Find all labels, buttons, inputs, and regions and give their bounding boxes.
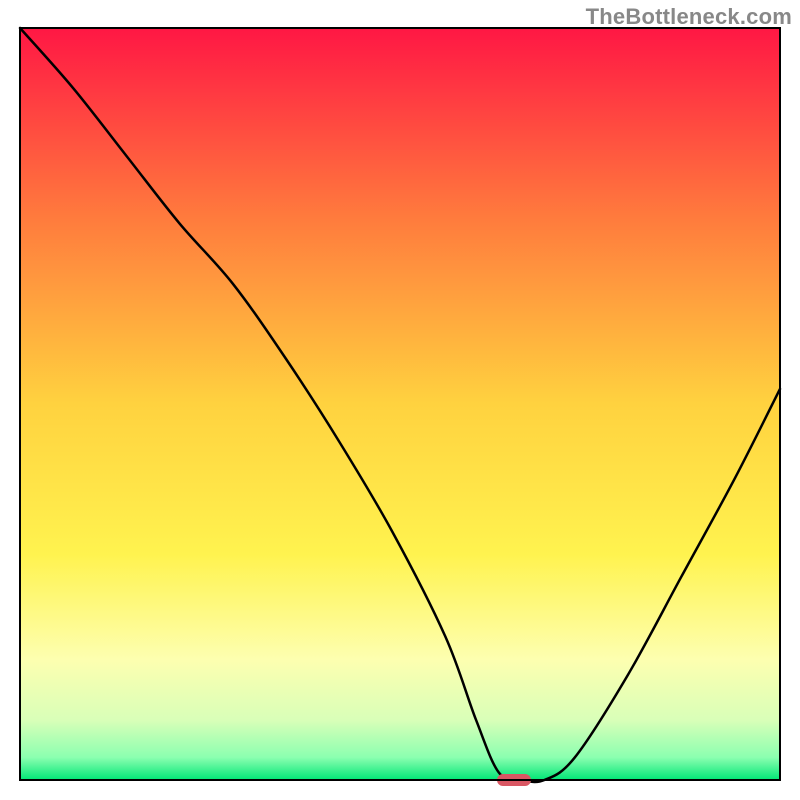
chart-container: TheBottleneck.com xyxy=(0,0,800,800)
bottleneck-chart xyxy=(0,0,800,800)
plot-background xyxy=(20,28,780,780)
watermark-text: TheBottleneck.com xyxy=(586,4,792,30)
